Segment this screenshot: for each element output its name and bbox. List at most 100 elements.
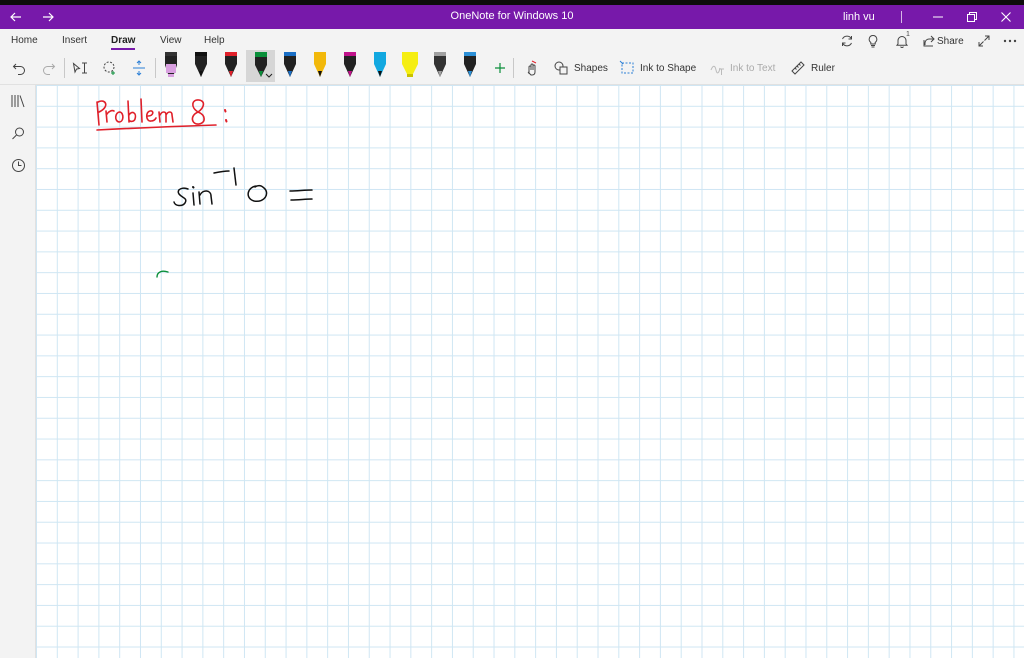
ink-to-shape-button[interactable]: Ink to Shape [640, 63, 696, 74]
ink-heading-stroke [140, 98, 143, 123]
ink-heading-stroke [191, 99, 205, 125]
ink-heading-stroke [145, 110, 157, 122]
pen-tool-lavender-highlighter[interactable] [164, 52, 178, 78]
minimize-button[interactable] [922, 5, 954, 29]
fullscreen-button[interactable] [975, 32, 993, 50]
ink-heading-stroke [96, 124, 217, 131]
tell-me-button[interactable] [864, 32, 882, 50]
share-icon [923, 35, 935, 47]
ink-heading-problem-8 [96, 98, 228, 131]
pencil-tool-gray[interactable] [433, 52, 447, 78]
clock-icon [11, 158, 25, 172]
lightbulb-icon [868, 34, 878, 48]
sync-icon [842, 35, 852, 47]
ink-math-expression [173, 167, 313, 207]
close-icon [1001, 12, 1011, 22]
pen-tool-blue[interactable] [283, 52, 297, 78]
more-options-button[interactable] [1000, 32, 1020, 50]
pen-tool-gold[interactable] [313, 52, 327, 78]
note-canvas[interactable] [36, 85, 1024, 658]
ink-to-shape-icon [619, 60, 634, 74]
ellipsis-icon [1003, 39, 1017, 43]
redo-icon [42, 63, 55, 75]
sync-button[interactable] [838, 32, 856, 50]
ink-math-stroke [192, 186, 195, 189]
touch-drawing-button[interactable] [521, 58, 541, 78]
ink-to-text-icon-wrap [707, 58, 727, 78]
close-button[interactable] [990, 5, 1022, 29]
pen-tool-yellow-highlighter[interactable] [401, 52, 419, 78]
ink-heading-stroke [224, 109, 228, 123]
pen-tool-light-blue[interactable] [463, 52, 477, 78]
tab-home[interactable]: Home [11, 35, 38, 46]
undo-icon [12, 63, 25, 75]
notification-count: 1 [906, 31, 910, 38]
restore-icon [967, 12, 977, 22]
ink-math-stroke [192, 192, 195, 206]
search-button[interactable] [8, 123, 28, 143]
pen-tool-cyan[interactable] [373, 52, 387, 78]
active-tab-indicator [111, 48, 135, 50]
ink-math-stroke [233, 167, 237, 186]
ink-math-stroke [213, 170, 230, 174]
toolbar-separator [513, 58, 514, 78]
ruler-icon [791, 61, 805, 75]
ruler-icon-wrap[interactable] [788, 58, 808, 78]
expand-icon [978, 35, 990, 47]
chevron-down-icon [265, 73, 273, 78]
ribbon: Home Insert Draw View Help 1 Share [0, 29, 1024, 85]
minimize-icon [933, 16, 943, 18]
ink-math-stroke [290, 198, 313, 201]
search-icon [11, 127, 24, 139]
redo-button[interactable] [38, 58, 58, 78]
add-space-icon [133, 60, 145, 76]
ink-math-stroke [198, 190, 213, 205]
toolbar-separator [155, 58, 156, 78]
recent-notes-button[interactable] [8, 155, 28, 175]
pen-tool-black[interactable] [194, 52, 208, 78]
select-text-icon [72, 61, 87, 74]
share-button[interactable]: Share [937, 36, 964, 47]
ink-to-text-icon [710, 65, 724, 75]
ink-to-shape-icon-wrap[interactable] [617, 58, 637, 78]
lasso-icon [103, 61, 115, 75]
left-navigation [0, 85, 36, 658]
ink-math-stroke [289, 189, 313, 192]
share-icon-wrap[interactable] [920, 32, 938, 50]
undo-button[interactable] [9, 58, 29, 78]
titlebar-separator [901, 11, 902, 23]
toolbar-separator [64, 58, 65, 78]
add-space-button[interactable] [129, 58, 149, 78]
notebooks-button[interactable] [8, 91, 28, 111]
ink-heading-stroke [127, 100, 137, 123]
tab-draw[interactable]: Draw [111, 35, 135, 46]
shapes-icon [554, 61, 568, 75]
restore-button[interactable] [956, 5, 988, 29]
shapes-icon-wrap[interactable] [551, 58, 571, 78]
hand-draw-icon [527, 60, 537, 76]
title-bar: OneNote for Windows 10 linh vu [0, 5, 1024, 29]
ink-heading-stroke [96, 100, 107, 126]
user-name[interactable]: linh vu [843, 11, 875, 23]
ink-math-stroke [173, 187, 189, 207]
lasso-select-button[interactable] [100, 58, 120, 78]
ruler-button[interactable]: Ruler [811, 63, 835, 74]
tab-insert[interactable]: Insert [62, 35, 87, 46]
ink-partial-stroke-path [156, 270, 169, 278]
shapes-button[interactable]: Shapes [574, 63, 608, 74]
pen-tool-magenta[interactable] [343, 52, 357, 78]
library-icon [11, 95, 25, 108]
plus-icon [495, 63, 505, 73]
tab-help[interactable]: Help [204, 35, 225, 46]
tab-view[interactable]: View [160, 35, 182, 46]
ink-math-stroke [247, 184, 268, 202]
ink-heading-stroke [114, 111, 124, 123]
pen-tool-red[interactable] [224, 52, 238, 78]
ink-to-text-button[interactable]: Ink to Text [730, 63, 775, 74]
add-pen-button[interactable] [491, 58, 509, 78]
ink-layer [96, 98, 313, 278]
notifications-button[interactable]: 1 [892, 31, 912, 50]
ink-heading-stroke [105, 109, 115, 123]
ink-partial-stroke [156, 270, 169, 278]
type-select-button[interactable] [70, 58, 90, 78]
